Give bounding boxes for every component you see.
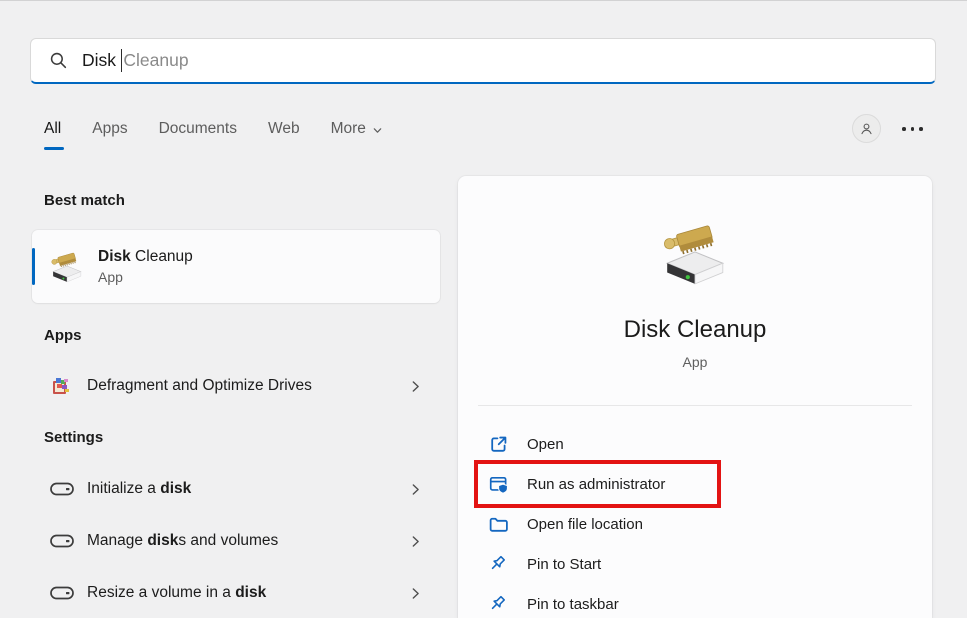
- result-defragment-and-optimize-drives[interactable]: Defragment and Optimize Drives: [32, 367, 440, 405]
- windows-search-panel: Disk Cleanup All Apps Documents Web More…: [0, 0, 967, 618]
- person-icon: [858, 120, 875, 137]
- defrag-icon: [50, 374, 74, 398]
- chevron-right-icon: [409, 535, 422, 548]
- result-initialize-a-disk[interactable]: Initialize a disk: [32, 470, 440, 508]
- chevron-right-icon: [409, 380, 422, 393]
- search-input[interactable]: Disk Cleanup: [30, 38, 936, 84]
- action-open-file-location[interactable]: Open file location: [458, 504, 932, 544]
- best-match-header: Best match: [44, 192, 125, 209]
- chevron-right-icon: [409, 587, 422, 600]
- ellipsis-icon: [902, 127, 906, 131]
- action-open[interactable]: Open: [458, 424, 932, 464]
- drive-icon: [50, 581, 74, 605]
- open-external-icon: [488, 434, 509, 455]
- action-label: Pin to Start: [527, 556, 601, 573]
- divider: [478, 405, 912, 406]
- action-label: Run as administrator: [527, 476, 665, 493]
- result-label: Initialize a disk: [87, 480, 191, 498]
- tab-more[interactable]: More: [331, 120, 383, 150]
- tab-all[interactable]: All: [44, 120, 61, 150]
- search-query-text: Disk: [82, 50, 121, 71]
- tab-documents[interactable]: Documents: [159, 120, 237, 150]
- active-tab-underline: [44, 147, 64, 150]
- result-label: Manage disks and volumes: [87, 532, 278, 550]
- pin-icon: [488, 594, 509, 615]
- settings-header: Settings: [44, 429, 103, 446]
- selection-accent-bar: [32, 248, 35, 285]
- best-match-title: Disk Cleanup: [98, 248, 193, 266]
- preview-panel: Disk Cleanup App Open Run as administrat…: [458, 176, 932, 618]
- chevron-down-icon: [372, 125, 383, 136]
- action-label: Open: [527, 436, 564, 453]
- tab-web[interactable]: Web: [268, 120, 300, 150]
- drive-icon: [50, 477, 74, 501]
- tab-apps[interactable]: Apps: [92, 120, 127, 150]
- folder-icon: [488, 514, 509, 535]
- action-list: Open Run as administrator Open file loca…: [458, 424, 932, 618]
- action-label: Pin to taskbar: [527, 596, 619, 613]
- action-run-as-administrator[interactable]: Run as administrator: [458, 464, 932, 504]
- profile-button[interactable]: [852, 114, 881, 143]
- disk-cleanup-icon: [656, 220, 734, 288]
- action-label: Open file location: [527, 516, 643, 533]
- action-pin-to-taskbar[interactable]: Pin to taskbar: [458, 584, 932, 618]
- result-label: Defragment and Optimize Drives: [87, 377, 312, 395]
- text-cursor: [121, 49, 123, 72]
- search-icon: [49, 51, 68, 70]
- pin-icon: [488, 554, 509, 575]
- result-manage-disks-and-volumes[interactable]: Manage disks and volumes: [32, 522, 440, 560]
- result-resize-a-volume-in-a-disk[interactable]: Resize a volume in a disk: [32, 574, 440, 612]
- best-match-type: App: [98, 269, 193, 285]
- result-label: Resize a volume in a disk: [87, 584, 266, 602]
- chevron-right-icon: [409, 483, 422, 496]
- preview-app-title: Disk Cleanup: [458, 316, 932, 344]
- more-options-button[interactable]: [902, 121, 930, 137]
- apps-header: Apps: [44, 327, 82, 344]
- search-filter-tabs: All Apps Documents Web More: [44, 120, 383, 150]
- best-match-result-disk-cleanup[interactable]: Disk Cleanup App: [32, 230, 440, 303]
- disk-cleanup-icon: [48, 250, 86, 284]
- search-suggestion-text: Cleanup: [123, 50, 188, 71]
- preview-app-type: App: [458, 354, 932, 370]
- drive-icon: [50, 529, 74, 553]
- window-shield-icon: [488, 474, 509, 495]
- action-pin-to-start[interactable]: Pin to Start: [458, 544, 932, 584]
